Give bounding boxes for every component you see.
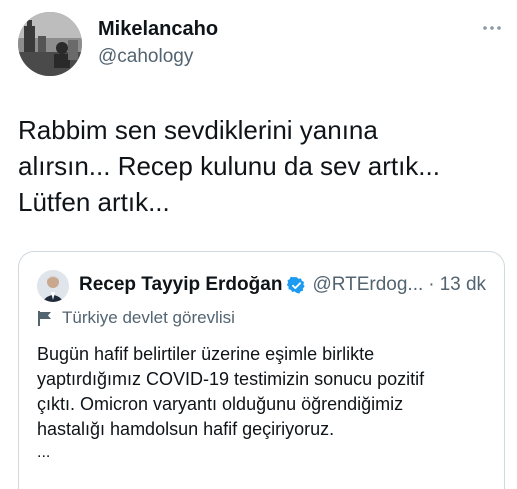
quoted-tweet-header: Recep Tayyip Erdoğan @RTErdog... · 13 dk: [79, 274, 486, 296]
government-official-label-text: Türkiye devlet görevlisi: [62, 308, 235, 327]
verified-badge-icon: [287, 276, 306, 294]
quoted-author-name[interactable]: Recep Tayyip Erdoğan: [79, 274, 282, 296]
separator-dot: ·: [428, 274, 435, 295]
quoted-tweet-text-line: Bugün hafif belirtiler üzerine eşimle bi…: [37, 344, 375, 364]
quoted-author-handle[interactable]: @RTErdog...: [312, 274, 423, 296]
tweet: Mikelancaho @cahology Rabbim sen sevdikl…: [0, 0, 517, 489]
author-avatar-image: [18, 12, 82, 76]
quoted-author-avatar[interactable]: [37, 270, 69, 302]
more-options-button[interactable]: [478, 20, 506, 36]
tweet-text-line: alırsın... Recep kulunu da sev artık...: [18, 151, 440, 181]
tweet-text-line: Rabbim sen sevdiklerini yanına: [18, 115, 378, 145]
tweet-text-line: Lütfen artık...: [18, 187, 170, 217]
government-official-label: Türkiye devlet görevlisi: [37, 308, 235, 328]
quoted-author-avatar-image: [37, 270, 69, 302]
quoted-tweet-text: Bugün hafif belirtiler üzerine eşimle bi…: [37, 342, 492, 442]
quoted-tweet-card[interactable]: Recep Tayyip Erdoğan @RTErdog... · 13 dk…: [18, 251, 505, 489]
more-horizontal-icon: [483, 26, 501, 30]
quoted-tweet-truncation-ellipsis: ...: [37, 444, 51, 461]
quoted-tweet-text-line: hastalığı hamdolsun hafif geçiriyoruz.: [37, 419, 335, 439]
author-avatar[interactable]: [18, 12, 82, 76]
flag-icon: [38, 310, 51, 326]
quoted-tweet-text-line: yaptırdığımız COVID-19 testimizin sonucu…: [37, 369, 425, 389]
tweet-text: Rabbim sen sevdiklerini yanına alırsın..…: [18, 112, 508, 220]
quoted-tweet-timestamp[interactable]: 13 dk: [440, 274, 486, 296]
quoted-tweet-text-line: çıktı. Omicron varyantı olduğunu öğrendi…: [37, 394, 404, 414]
author-name[interactable]: Mikelancaho: [98, 18, 218, 41]
author-handle[interactable]: @cahology: [98, 46, 193, 68]
